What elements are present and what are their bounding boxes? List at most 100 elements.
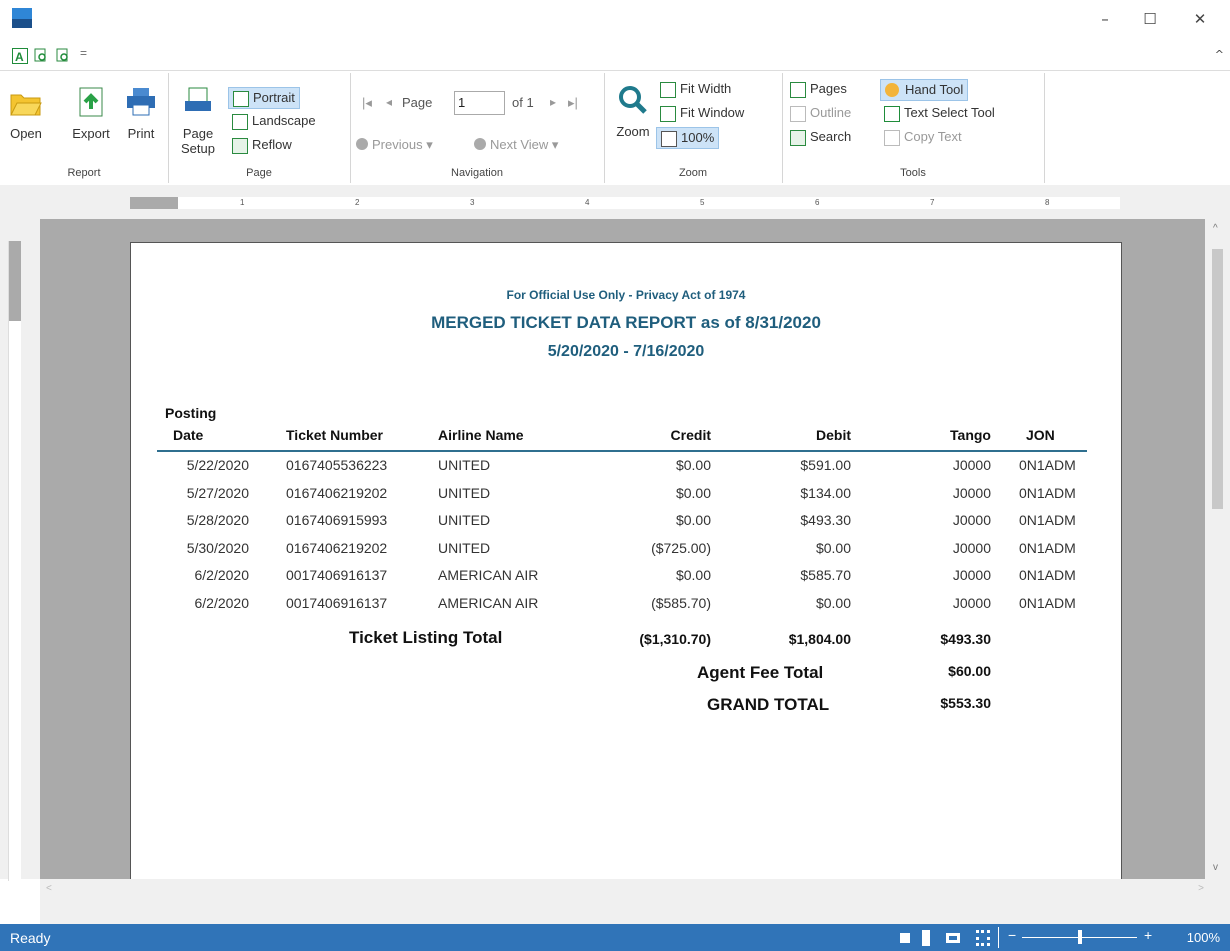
cell-ticket: 0167405536223 xyxy=(286,457,388,473)
qat-dropdown[interactable]: = xyxy=(80,46,87,60)
previous-view-button[interactable]: Previous ▾ xyxy=(352,135,437,155)
zoom-page-icon-2[interactable] xyxy=(56,48,70,62)
page-group: Page Setup Portrait Landscape Reflow Pag… xyxy=(168,73,351,183)
zoom-button[interactable]: Zoom xyxy=(608,83,658,139)
agent-fee-total-label: Agent Fee Total xyxy=(697,663,824,682)
pages-button[interactable]: Pages xyxy=(786,79,851,99)
first-page-icon[interactable]: |◂ xyxy=(362,95,372,111)
page-setup-icon xyxy=(185,87,211,111)
zoom-out-button[interactable]: − xyxy=(1008,927,1016,943)
export-icon xyxy=(79,87,103,117)
portrait-button[interactable]: Portrait xyxy=(228,87,300,109)
fit-window-button[interactable]: Fit Window xyxy=(656,103,748,123)
ruler-strip: 1 2 3 4 5 6 7 8 xyxy=(130,197,1120,209)
scroll-left-icon[interactable]: < xyxy=(46,883,52,894)
header-rule xyxy=(157,450,1087,452)
cell-jon: 0N1ADM xyxy=(1019,567,1076,583)
page-group-label: Page xyxy=(246,167,272,179)
text-select-icon xyxy=(884,106,900,122)
reflow-button[interactable]: Reflow xyxy=(228,135,296,155)
cell-airline: UNITED xyxy=(438,457,491,473)
zoom-page-icon[interactable] xyxy=(34,48,48,62)
title-bar: – ☐ ✕ xyxy=(0,0,1230,40)
quick-access-toolbar: A = ^ xyxy=(0,42,1230,70)
cell-jon: 0N1ADM xyxy=(1019,484,1076,501)
cell-date: 6/2/2020 xyxy=(194,567,250,583)
forward-arrow-icon xyxy=(474,138,486,150)
scroll-right-icon[interactable]: > xyxy=(1198,883,1204,894)
ticket-total-tango: $493.30 xyxy=(940,631,991,647)
copy-text-button[interactable]: Copy Text xyxy=(880,127,966,147)
cell-credit: $0.00 xyxy=(675,512,711,528)
ruler-tick: 2 xyxy=(355,198,360,207)
vertical-ruler-strip xyxy=(8,241,21,881)
minimize-button[interactable]: – xyxy=(1085,6,1125,32)
header-tango: Tango xyxy=(950,427,991,443)
open-button[interactable]: Open xyxy=(6,85,46,141)
cell-jon: 0N1ADM xyxy=(1019,457,1076,473)
cell-jon: 0N1ADM xyxy=(1019,539,1076,556)
text-select-icon[interactable]: A xyxy=(12,48,28,64)
print-button[interactable]: Print xyxy=(120,85,162,141)
cell-airline: AMERICAN AIR xyxy=(438,594,539,611)
text-select-tool-button[interactable]: Text Select Tool xyxy=(880,103,999,123)
continuous-view-icon[interactable] xyxy=(922,930,930,946)
zoom-percentage: 100% xyxy=(1186,930,1220,945)
cell-tango: J0000 xyxy=(952,457,991,473)
vertical-ruler xyxy=(0,219,40,881)
ruler-tick: 3 xyxy=(470,198,475,207)
page-setup-button[interactable]: Page Setup xyxy=(176,85,220,156)
search-button[interactable]: Search xyxy=(786,127,855,147)
horizontal-ruler: 1 2 3 4 5 6 7 8 xyxy=(0,185,1230,220)
outline-button[interactable]: Outline xyxy=(786,103,855,123)
status-divider xyxy=(998,927,999,948)
agent-fee-total-value: $60.00 xyxy=(948,663,991,679)
report-page: For Official Use Only - Privacy Act of 1… xyxy=(130,242,1122,879)
next-view-button[interactable]: Next View ▾ xyxy=(470,135,562,155)
reflow-icon xyxy=(232,138,248,154)
cell-tango: J0000 xyxy=(952,512,991,528)
cell-debit: $585.70 xyxy=(800,567,851,583)
zoom-slider-thumb[interactable] xyxy=(1078,930,1082,944)
zoom-in-button[interactable]: + xyxy=(1144,927,1152,943)
scroll-up-icon[interactable]: ^ xyxy=(1213,223,1218,234)
hand-icon xyxy=(885,83,899,97)
landscape-button[interactable]: Landscape xyxy=(228,111,320,131)
ruler-tick: 6 xyxy=(815,198,820,207)
cell-credit: ($585.70) xyxy=(651,594,711,611)
vertical-scroll-thumb[interactable] xyxy=(1212,249,1223,509)
facing-continuous-view-icon[interactable] xyxy=(976,930,990,946)
page-number-input[interactable]: 1 xyxy=(454,91,505,115)
facing-view-icon[interactable] xyxy=(946,933,960,943)
previous-page-icon[interactable]: ◂ xyxy=(386,95,392,109)
tools-group: Pages Outline Search Hand Tool Text Sele… xyxy=(782,73,1045,183)
maximize-button[interactable]: ☐ xyxy=(1130,6,1170,32)
fit-width-button[interactable]: Fit Width xyxy=(656,79,735,99)
zoom-100-button[interactable]: 100% xyxy=(656,127,720,149)
cell-debit: $134.00 xyxy=(800,484,851,501)
cell-credit: ($725.00) xyxy=(651,539,711,556)
last-page-icon[interactable]: ▸| xyxy=(568,95,578,111)
ribbon-collapse-icon[interactable]: ^ xyxy=(1215,48,1224,61)
navigation-group-label: Navigation xyxy=(451,167,503,179)
cell-tango: J0000 xyxy=(952,594,991,611)
report-date-range: 5/20/2020 - 7/16/2020 xyxy=(547,343,705,360)
scroll-down-icon[interactable]: v xyxy=(1213,862,1218,873)
close-button[interactable]: ✕ xyxy=(1180,6,1220,32)
vertical-scrollbar[interactable]: ^ v xyxy=(1205,219,1230,879)
page-label: Page xyxy=(402,95,433,110)
next-page-icon[interactable]: ▸ xyxy=(550,95,556,109)
header-airline-name: Airline Name xyxy=(438,427,524,443)
cell-debit: $591.00 xyxy=(800,457,851,473)
single-page-view-icon[interactable] xyxy=(900,933,910,943)
horizontal-scrollbar[interactable]: < > xyxy=(40,879,1230,924)
report-title: MERGED TICKET DATA REPORT as of 8/31/202… xyxy=(431,313,821,332)
hand-tool-button[interactable]: Hand Tool xyxy=(880,79,969,101)
cell-ticket: 0017406916137 xyxy=(286,594,388,611)
navigation-group: |◂ ◂ Page 1 of 1 ▸ ▸| Previous ▾ Next Vi… xyxy=(350,73,605,183)
landscape-icon xyxy=(232,114,248,130)
status-text: Ready xyxy=(10,930,51,946)
export-button[interactable]: Export xyxy=(66,85,116,141)
folder-icon xyxy=(10,94,42,116)
document-viewport[interactable]: For Official Use Only - Privacy Act of 1… xyxy=(40,219,1205,879)
